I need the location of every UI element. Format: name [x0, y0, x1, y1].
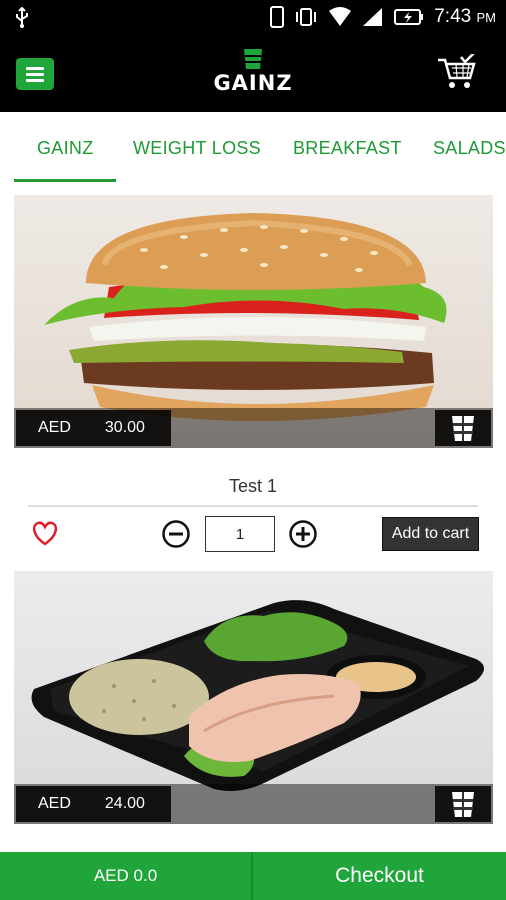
menu-bar	[26, 72, 44, 76]
quantity-input[interactable]	[205, 516, 275, 552]
wifi-icon	[329, 7, 352, 26]
price-currency: AED	[38, 795, 71, 812]
tab-gainz[interactable]: GAINZ	[37, 138, 94, 159]
product-image[interactable]: AED 30.00	[14, 195, 493, 448]
status-bar: 7:43 PM	[0, 0, 506, 36]
favorite-heart-icon[interactable]	[30, 519, 60, 547]
phone-icon	[270, 6, 285, 28]
menu-bar	[26, 66, 44, 70]
product-name: Test 1	[228, 476, 278, 496]
cart-footer: AED 0.0 Checkout	[0, 852, 506, 900]
tab-salads[interactable]: SALADS	[433, 138, 506, 159]
logo-cup-icon	[244, 49, 262, 69]
brand-badge	[435, 786, 491, 822]
vibrate-icon	[296, 8, 317, 26]
cart-icon[interactable]	[436, 54, 478, 92]
price-tag: AED 30.00	[16, 410, 171, 446]
price-currency: AED	[38, 419, 71, 436]
usb-icon	[16, 7, 28, 28]
gainz-cup-icon	[452, 792, 474, 817]
app-logo: GAINZ	[200, 48, 306, 98]
category-tabs: GAINZ WEIGHT LOSS BREAKFAST SALADS	[0, 112, 506, 184]
increase-quantity-icon[interactable]	[288, 519, 318, 549]
price-amount: 24.00	[104, 795, 145, 812]
product-image[interactable]: AED 24.00	[14, 571, 493, 824]
tab-breakfast[interactable]: BREAKFAST	[293, 138, 402, 159]
price-tag: AED 24.00	[16, 786, 171, 822]
logo-text: GAINZ	[213, 71, 293, 95]
active-tab-indicator	[14, 179, 116, 182]
tab-weight-loss[interactable]: WEIGHT LOSS	[133, 138, 261, 159]
brand-badge	[435, 410, 491, 446]
cart-total: AED 0.0	[0, 852, 253, 900]
add-to-cart-button[interactable]: Add to cart	[382, 517, 479, 551]
price-amount: 30.00	[104, 419, 145, 436]
menu-button[interactable]	[16, 58, 54, 90]
menu-bar	[26, 78, 44, 82]
app-bar: GAINZ	[0, 36, 506, 112]
battery-charging-icon	[394, 9, 424, 25]
gainz-cup-icon	[452, 416, 474, 441]
status-time: 7:43 PM	[434, 6, 496, 27]
divider	[28, 505, 478, 507]
signal-icon	[363, 8, 383, 26]
decrease-quantity-icon[interactable]	[161, 519, 191, 549]
checkout-button[interactable]: Checkout	[253, 852, 506, 900]
